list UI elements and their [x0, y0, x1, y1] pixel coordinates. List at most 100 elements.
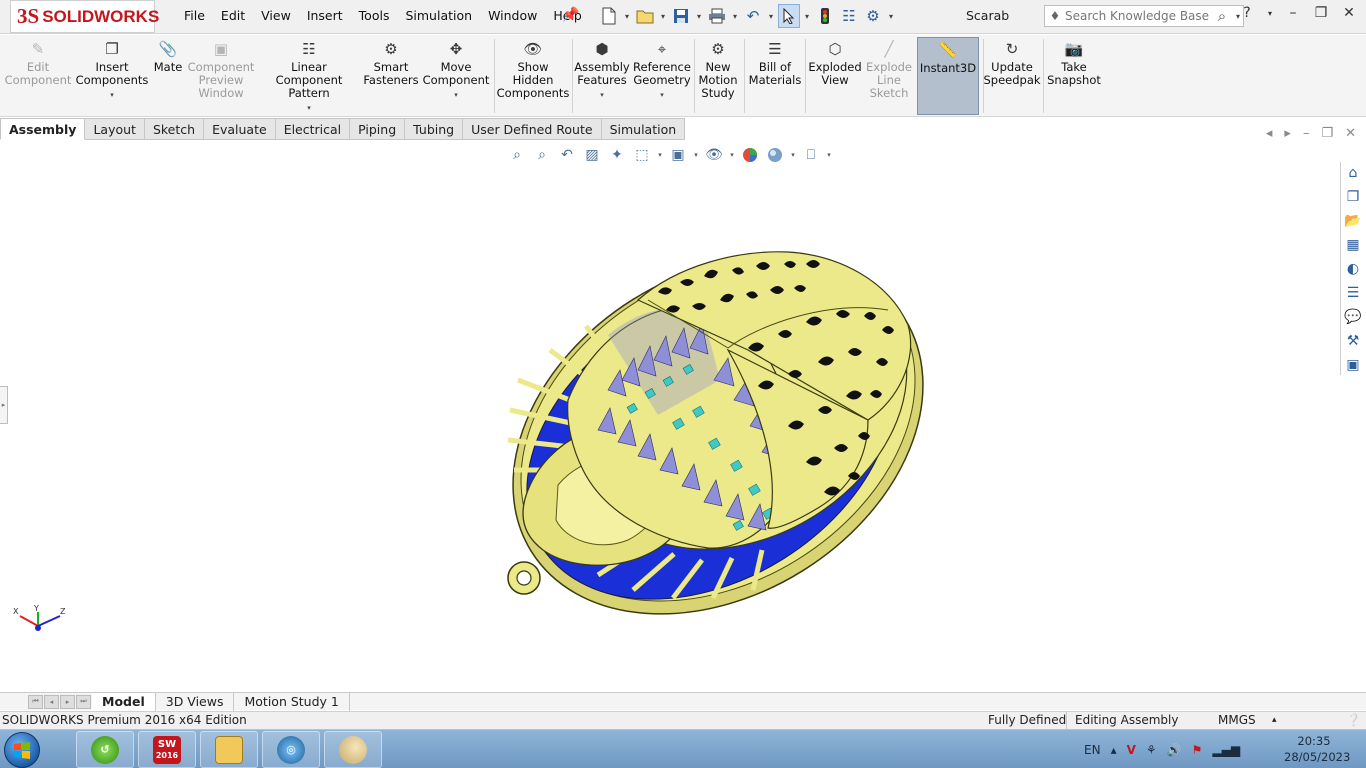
next-pane-icon[interactable]: ▸ — [1284, 126, 1291, 141]
tab-model[interactable]: Model — [92, 692, 156, 711]
edit-component-button[interactable]: ✎ Edit Component — [4, 39, 72, 87]
menu-tools[interactable]: Tools — [351, 8, 398, 23]
language-indicator[interactable]: EN — [1084, 743, 1101, 757]
view-settings-icon[interactable]: ⎕ — [800, 145, 822, 165]
design-library-icon[interactable]: ❐ — [1342, 186, 1364, 207]
print-icon[interactable] — [706, 4, 728, 28]
hide-show-dropdown-icon[interactable]: ▾ — [728, 151, 736, 159]
start-button[interactable] — [4, 732, 40, 768]
bill-of-materials-button[interactable]: ☰ Bill of Materials — [748, 39, 802, 87]
tab-evaluate[interactable]: Evaluate — [204, 118, 276, 140]
taskbar-app-solidworks[interactable]: SW 2016 — [138, 731, 196, 768]
appearances-icon[interactable]: ◐ — [1342, 258, 1364, 279]
last-tab-icon[interactable]: ⏭ — [76, 694, 91, 709]
file-explorer-icon[interactable]: 📂 — [1342, 210, 1364, 231]
assembly-features-button[interactable]: ⬢ Assembly Features ▾ — [574, 39, 630, 102]
volume-icon[interactable]: 🔊 — [1167, 743, 1182, 757]
search-icon[interactable]: ⌕ — [1211, 7, 1233, 25]
taskbar-app-paint[interactable] — [324, 731, 382, 768]
show-hidden-components-button[interactable]: 👁 Show Hidden Components — [497, 39, 570, 100]
explode-line-sketch-button[interactable]: ╱ Explode Line Sketch — [864, 39, 914, 100]
move-component-dropdown-icon[interactable]: ▾ — [454, 89, 458, 102]
tab-electrical[interactable]: Electrical — [275, 118, 351, 140]
new-motion-study-button[interactable]: ⚙ New Motion Study — [696, 39, 740, 100]
search-scope-icon[interactable]: ♦ — [1045, 9, 1065, 23]
undo-dropdown-icon[interactable]: ▾ — [766, 4, 776, 28]
custom-properties-icon[interactable]: ☰ — [1342, 282, 1364, 303]
tray-network-share-icon[interactable]: ⚘ — [1146, 743, 1157, 757]
previous-pane-icon[interactable]: ◂ — [1266, 126, 1273, 141]
first-tab-icon[interactable]: ⏮ — [28, 694, 43, 709]
scarab-model[interactable] — [488, 230, 948, 620]
zoom-to-area-icon[interactable]: ⌕ — [531, 145, 553, 165]
close-icon[interactable]: ✕ — [1340, 5, 1358, 21]
doc-minimize-icon[interactable]: – — [1303, 126, 1310, 141]
help-icon[interactable]: ? — [1238, 5, 1256, 21]
tab-layout[interactable]: Layout — [85, 118, 145, 140]
section-view-icon[interactable]: ▨ — [581, 145, 603, 165]
save-icon[interactable] — [670, 4, 692, 28]
help-dropdown-icon[interactable]: ▾ — [1266, 9, 1274, 18]
solidworks-forum-icon[interactable]: ⚒ — [1342, 330, 1364, 351]
search-input[interactable]: Search Knowledge Base — [1065, 9, 1211, 23]
menu-insert[interactable]: Insert — [299, 8, 351, 23]
component-preview-button[interactable]: ▣ Component Preview Window — [188, 39, 255, 100]
show-hidden-icons-icon[interactable]: ▴ — [1111, 743, 1117, 757]
hide-show-items-icon[interactable]: 👁 — [703, 145, 725, 165]
tab-assembly[interactable]: Assembly — [0, 118, 86, 140]
quick-tips-icon[interactable]: ❔ — [1346, 712, 1361, 729]
network-signal-icon[interactable]: ▂▄▆ — [1212, 743, 1240, 757]
insert-components-button[interactable]: ❐ Insert Components ▾ — [74, 39, 150, 102]
tab-user-defined-route[interactable]: User Defined Route — [463, 118, 602, 140]
prev-tab-icon[interactable]: ◂ — [44, 694, 59, 709]
new-dropdown-icon[interactable]: ▾ — [622, 4, 632, 28]
taskbar-app-explorer[interactable] — [200, 731, 258, 768]
insert-components-dropdown-icon[interactable]: ▾ — [110, 89, 114, 102]
options-gear-icon[interactable]: ⚙ — [862, 4, 884, 28]
linear-pattern-dropdown-icon[interactable]: ▾ — [307, 102, 311, 115]
instant3d-button[interactable]: 📏 Instant3D — [917, 37, 979, 115]
select-arrow-icon[interactable] — [778, 4, 800, 28]
mate-button[interactable]: 📎 Mate — [150, 39, 186, 74]
print-dropdown-icon[interactable]: ▾ — [730, 4, 740, 28]
zoom-to-fit-icon[interactable]: ⌕ — [506, 145, 528, 165]
taskbar-clock[interactable]: 20:35 28/05/2023 — [1284, 733, 1350, 765]
unit-system[interactable]: MMGS — [1218, 712, 1256, 729]
tab-tubing[interactable]: Tubing — [405, 118, 464, 140]
doc-close-icon[interactable]: ✕ — [1345, 126, 1356, 141]
solidworks-logo[interactable]: 3S SOLIDWORKS — [10, 0, 159, 33]
tab-3d-views[interactable]: 3D Views — [156, 692, 235, 711]
next-tab-icon[interactable]: ▸ — [60, 694, 75, 709]
linear-component-pattern-button[interactable]: ☷ Linear Component Pattern ▾ — [258, 39, 360, 115]
apply-scene-icon[interactable] — [764, 145, 786, 165]
file-properties-icon[interactable]: ☷ — [838, 4, 860, 28]
action-center-flag-icon[interactable]: ⚑ — [1192, 743, 1203, 757]
menu-view[interactable]: View — [253, 8, 299, 23]
assembly-features-dropdown-icon[interactable]: ▾ — [600, 89, 604, 102]
tab-sketch[interactable]: Sketch — [144, 118, 205, 140]
update-speedpak-button[interactable]: ↻ Update Speedpak — [983, 39, 1040, 87]
forum-icon[interactable]: 💬 — [1342, 306, 1364, 327]
take-snapshot-button[interactable]: 📷 Take Snapshot — [1046, 39, 1102, 87]
taskbar-app-green[interactable]: ↺ — [76, 731, 134, 768]
dynamic-annotation-icon[interactable]: ✦ — [606, 145, 628, 165]
previous-view-icon[interactable]: ↶ — [556, 145, 578, 165]
apply-scene-dropdown-icon[interactable]: ▾ — [789, 151, 797, 159]
view-orientation-dropdown-icon[interactable]: ▾ — [656, 151, 664, 159]
options-dropdown-icon[interactable]: ▾ — [886, 4, 896, 28]
smart-fasteners-button[interactable]: ⚙ Smart Fasteners — [362, 39, 420, 87]
tab-piping[interactable]: Piping — [350, 118, 406, 140]
antivirus-icon[interactable]: V — [1127, 743, 1136, 757]
tab-motion-study-1[interactable]: Motion Study 1 — [234, 692, 350, 711]
select-dropdown-icon[interactable]: ▾ — [802, 4, 812, 28]
move-component-button[interactable]: ✥ Move Component ▾ — [422, 39, 490, 102]
display-style-dropdown-icon[interactable]: ▾ — [692, 151, 700, 159]
minimize-icon[interactable]: – — [1284, 5, 1302, 21]
menu-window[interactable]: Window — [480, 8, 545, 23]
view-settings-dropdown-icon[interactable]: ▾ — [825, 151, 833, 159]
menu-edit[interactable]: Edit — [213, 8, 253, 23]
menu-file[interactable]: File — [176, 8, 213, 23]
edit-appearance-icon[interactable] — [739, 145, 761, 165]
view-palette-icon[interactable]: ▦ — [1342, 234, 1364, 255]
reference-geometry-button[interactable]: ⌖ Reference Geometry ▾ — [630, 39, 694, 102]
